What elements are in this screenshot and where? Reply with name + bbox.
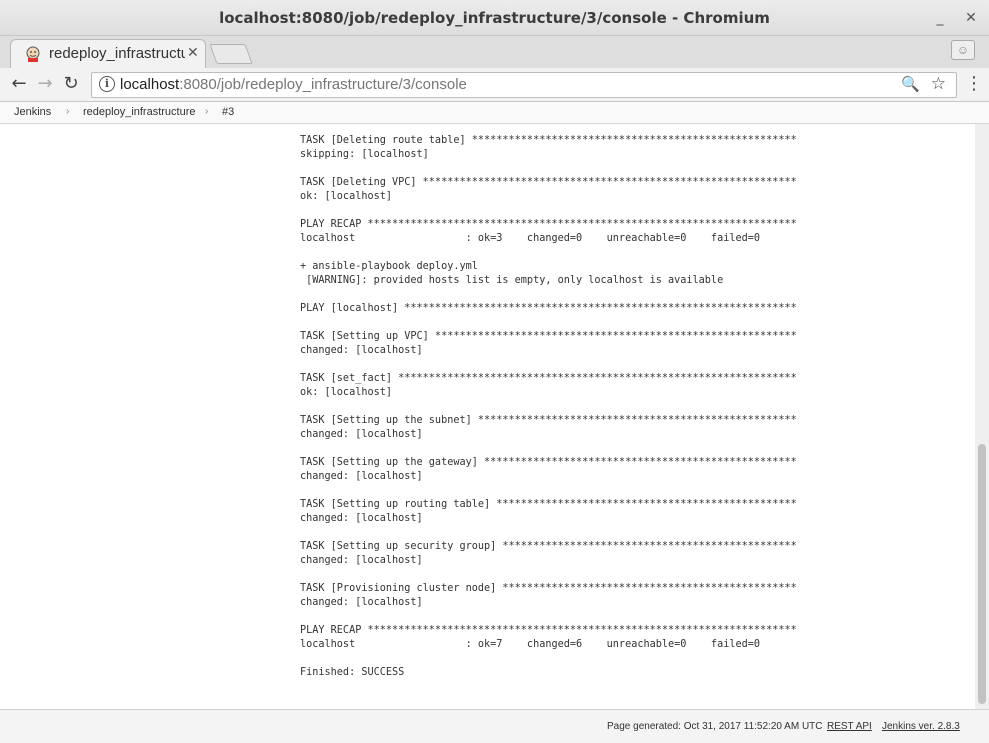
console-line: TASK [Deleting route table] ************…: [300, 135, 797, 146]
console-line: ok: [localhost]: [300, 191, 393, 202]
console-line: TASK [Setting up routing table] ********…: [300, 499, 797, 510]
console-line: TASK [Setting up the gateway] **********…: [300, 457, 797, 468]
minimize-icon[interactable]: _: [931, 9, 949, 27]
console-line: ok: [localhost]: [300, 387, 393, 398]
breadcrumb-job[interactable]: redeploy_infrastructure: [83, 106, 196, 118]
tab-strip: redeploy_infrastructure ✕ ☺: [0, 36, 989, 68]
breadcrumb-jenkins[interactable]: Jenkins: [14, 106, 51, 118]
console-line: TASK [Deleting VPC] ********************…: [300, 177, 797, 188]
console-line: TASK [Provisioning cluster node] *******…: [300, 583, 797, 594]
menu-icon[interactable]: ⋮: [965, 73, 983, 94]
console-line: changed: [localhost]: [300, 345, 423, 356]
console-line: localhost : ok=7 changed=6 unreachable=0…: [300, 639, 779, 650]
reload-icon[interactable]: ↻: [60, 73, 82, 95]
close-icon[interactable]: ✕: [187, 44, 199, 61]
console-line: changed: [localhost]: [300, 471, 423, 482]
console-line: localhost : ok=3 changed=0 unreachable=0…: [300, 233, 779, 244]
rest-api-link[interactable]: REST API: [827, 721, 872, 732]
browser-tab[interactable]: redeploy_infrastructure ✕: [10, 39, 206, 68]
tab-title: redeploy_infrastructure: [49, 45, 185, 62]
browser-toolbar: ← → ↻ i localhost:8080/job/redeploy_infr…: [0, 68, 989, 102]
page-footer: Page generated: Oct 31, 2017 11:52:20 AM…: [0, 709, 989, 743]
console-line: Finished: SUCCESS: [300, 667, 405, 678]
jenkins-version-link[interactable]: Jenkins ver. 2.8.3: [882, 721, 960, 732]
url-text[interactable]: localhost:8080/job/redeploy_infrastructu…: [120, 76, 467, 93]
console-line: skipping: [localhost]: [300, 149, 429, 160]
console-line: changed: [localhost]: [300, 555, 423, 566]
page-generated-text: Page generated: Oct 31, 2017 11:52:20 AM…: [607, 721, 823, 732]
window-titlebar: localhost:8080/job/redeploy_infrastructu…: [0, 0, 989, 36]
console-line: TASK [Setting up VPC] ******************…: [300, 331, 797, 342]
chevron-right-icon: ›: [205, 106, 209, 117]
console-line: + ansible-playbook deploy.yml: [300, 261, 478, 272]
console-line: PLAY RECAP *****************************…: [300, 625, 797, 636]
main-content: TASK [Deleting route table] ************…: [0, 124, 975, 709]
console-line: TASK [Setting up the subnet] ***********…: [300, 415, 797, 426]
breadcrumb-build[interactable]: #3: [222, 106, 234, 118]
scrollbar[interactable]: [975, 124, 989, 709]
console-line: changed: [localhost]: [300, 513, 423, 524]
new-tab-button[interactable]: [209, 44, 253, 64]
console-line: PLAY [localhost] ***********************…: [300, 303, 797, 314]
forward-arrow-icon[interactable]: →: [34, 73, 56, 95]
console-line: changed: [localhost]: [300, 429, 423, 440]
chevron-right-icon: ›: [66, 106, 70, 117]
console-line: PLAY RECAP *****************************…: [300, 219, 797, 230]
scrollbar-thumb[interactable]: [978, 444, 986, 704]
jenkins-icon: [26, 46, 40, 62]
breadcrumb: Jenkins › redeploy_infrastructure › #3: [0, 102, 989, 124]
back-arrow-icon[interactable]: ←: [8, 73, 30, 95]
info-icon[interactable]: i: [99, 76, 115, 92]
console-line: TASK [Setting up security group] *******…: [300, 541, 797, 552]
address-bar[interactable]: i localhost:8080/job/redeploy_infrastruc…: [91, 72, 957, 98]
close-icon[interactable]: ✕: [962, 9, 980, 27]
zoom-icon[interactable]: 🔍: [901, 75, 920, 93]
profile-icon[interactable]: ☺: [951, 40, 975, 60]
window-title: localhost:8080/job/redeploy_infrastructu…: [219, 9, 770, 27]
console-line: TASK [set_fact] ************************…: [300, 373, 797, 384]
console-line: changed: [localhost]: [300, 597, 423, 608]
star-icon[interactable]: ☆: [931, 74, 946, 94]
console-output: TASK [Deleting route table] ************…: [300, 134, 797, 680]
console-line: [WARNING]: provided hosts list is empty,…: [300, 275, 724, 286]
